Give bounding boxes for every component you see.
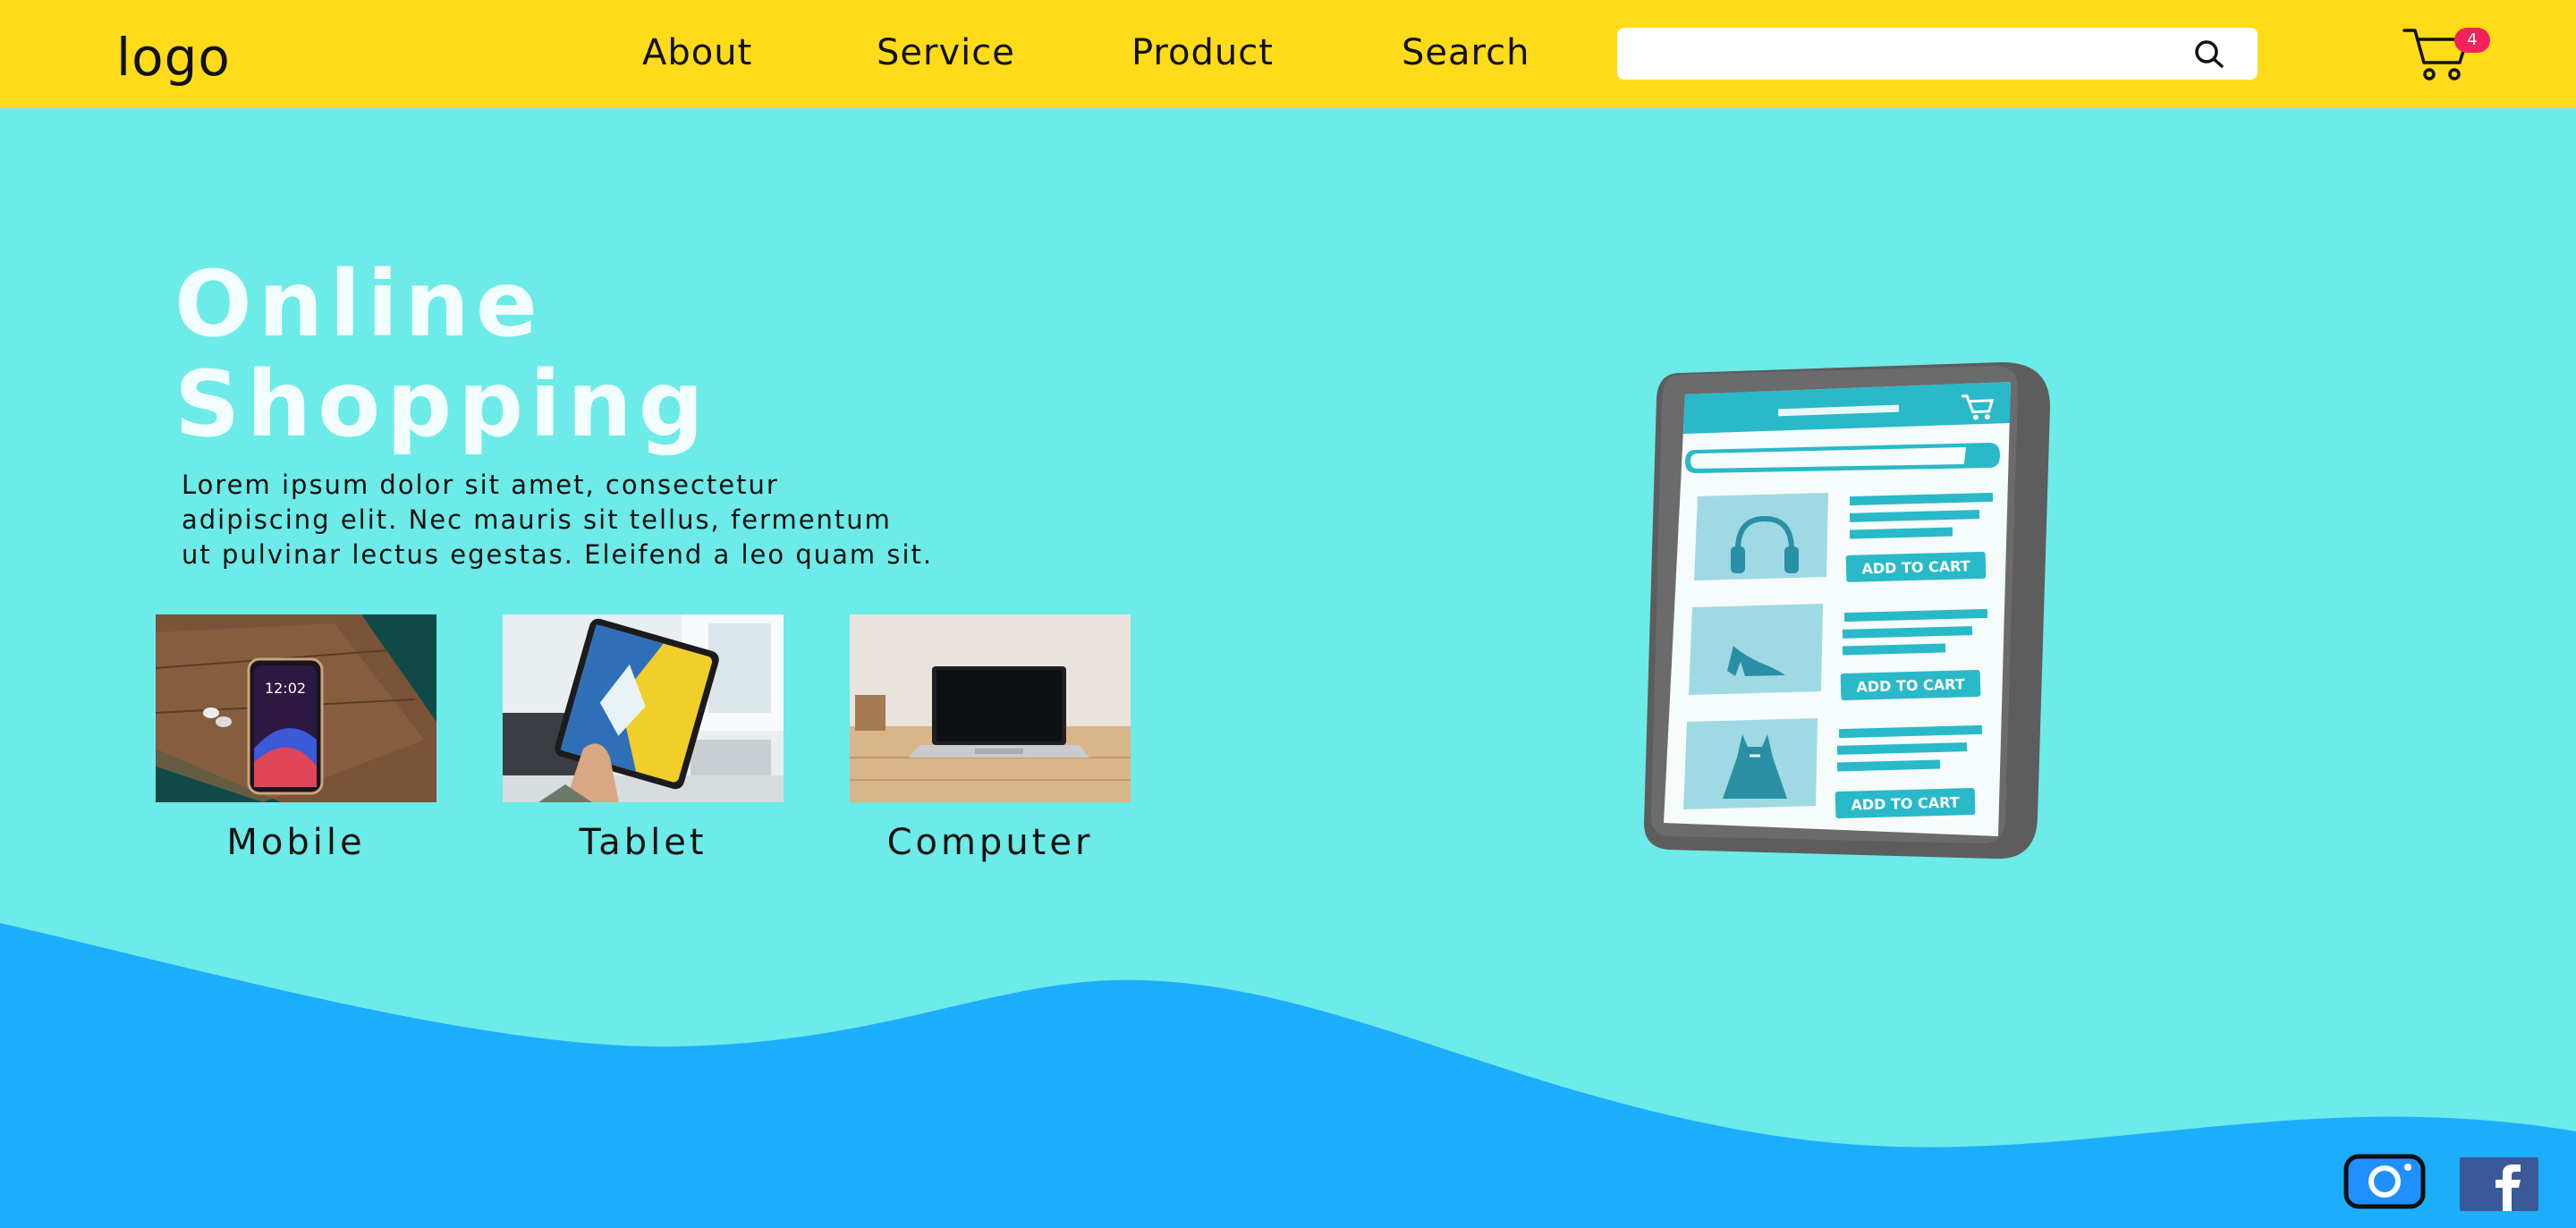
category-label: Tablet xyxy=(579,822,708,863)
hero-title: Online Shopping xyxy=(174,255,710,455)
smartphone-photo[interactable]: 12:02 xyxy=(156,614,436,802)
nav-link-product[interactable]: Product xyxy=(1131,32,1274,73)
nav-link-about[interactable]: About xyxy=(642,32,752,73)
footer-wave xyxy=(0,923,2576,1228)
site-logo[interactable]: logo xyxy=(116,27,231,88)
facebook-link[interactable] xyxy=(2460,1157,2538,1211)
cart-count-badge: 4 xyxy=(2454,28,2490,53)
hero-description-line: ut pulvinar lectus egestas. Eleifend a l… xyxy=(182,539,934,570)
category-computer[interactable]: Computer xyxy=(850,614,1131,863)
search-button[interactable] xyxy=(2191,38,2227,71)
hero-description: Lorem ipsum dolor sit amet, consectetur … xyxy=(182,468,1076,572)
nav-link-search[interactable]: Search xyxy=(1402,32,1530,73)
nav-link-service[interactable]: Service xyxy=(877,32,1015,73)
svg-text:12:02: 12:02 xyxy=(265,680,306,697)
hero-description-line: Lorem ipsum dolor sit amet, consectetur xyxy=(182,470,779,500)
search-icon xyxy=(2195,40,2224,68)
category-label: Mobile xyxy=(226,822,366,863)
category-label: Computer xyxy=(886,822,1094,863)
facebook-icon xyxy=(2460,1157,2538,1211)
add-to-cart-label: ADD TO CART xyxy=(1851,793,1960,813)
hero-title-line-2: Shopping xyxy=(174,351,710,458)
hero-description-line: adipiscing elit. Nec mauris sit tellus, … xyxy=(182,504,892,535)
instagram-icon xyxy=(2343,1154,2426,1209)
add-to-cart-label: ADD TO CART xyxy=(1856,675,1965,695)
hero-title-line-1: Online xyxy=(174,251,545,358)
category-mobile[interactable]: 12:02 Mobile xyxy=(156,614,436,863)
mobile-shopping-illustration: ADD TO CART ADD TO CART ADD TO CART xyxy=(1644,362,2055,863)
category-tablet[interactable]: Tablet xyxy=(503,614,784,863)
add-to-cart-label: ADD TO CART xyxy=(1861,557,1970,577)
search-bar xyxy=(1617,28,2258,80)
tablet-photo[interactable] xyxy=(503,614,784,802)
laptop-photo[interactable] xyxy=(850,614,1131,802)
search-input[interactable] xyxy=(1630,33,2166,74)
top-navbar: logo About Service Product Search 4 xyxy=(0,0,2576,108)
instagram-link[interactable] xyxy=(2343,1154,2426,1209)
